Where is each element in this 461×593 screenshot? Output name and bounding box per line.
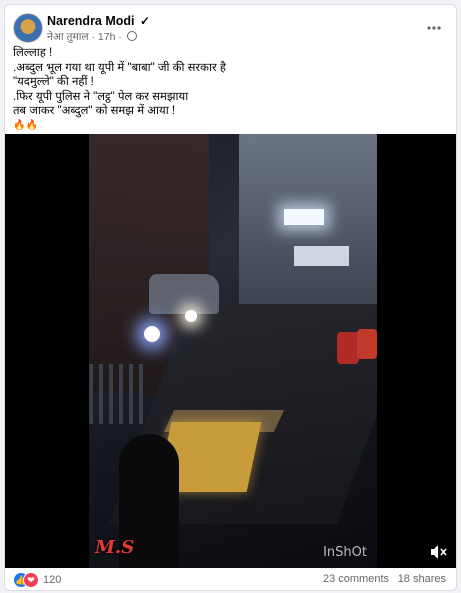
more-horizontal-icon[interactable] [424,17,444,37]
globe-icon [126,31,137,41]
headlight [144,326,160,342]
verified-icon: ✓ [140,14,151,28]
author-name-row: Narendra Modi ✓ [47,14,150,28]
video-frame: M.S InShOt [89,134,377,568]
author-avatar[interactable] [13,13,43,43]
shop-sign [294,246,349,266]
post-header: Narendra Modi ✓ नेआ तुमाल · 17h · [13,13,448,43]
post-text-line: "यदमुल्ले" की नहीं ! [13,76,94,88]
shares-count[interactable]: 18 shares [398,573,446,585]
post-footer: 👍 ❤ 120 23 comments 18 shares [13,571,448,590]
video-player[interactable]: M.S InShOt [5,134,456,568]
headlight [185,310,197,322]
comments-count[interactable]: 23 comments [323,573,389,585]
post-text-line: लिल्लाह ! [13,47,53,59]
post-meta: नेआ तुमाल · 17h · [47,30,137,44]
motorbike [337,332,359,364]
fence [89,364,149,424]
love-icon: ❤ [23,572,39,588]
post-text: लिल्लाह ! .अब्दुल भूल गया था यूपी में "ब… [13,46,448,133]
watermark-ms: M.S [95,537,135,558]
motorbike [357,329,377,359]
group-name[interactable]: नेआ तुमाल [47,31,89,43]
volume-muted-icon[interactable] [430,544,448,560]
post-time[interactable]: 17h [98,31,116,43]
post-card: Narendra Modi ✓ नेआ तुमाल · 17h · लिल्ला… [4,4,457,591]
meta-separator-2: · [118,31,122,43]
meta-separator: · [91,31,96,43]
watermark-inshot: InShOt [323,545,367,560]
reaction-count[interactable]: 120 [43,574,61,586]
car [149,274,219,314]
author-name[interactable]: Narendra Modi [47,14,135,28]
fire-emoji: 🔥🔥 [13,119,38,131]
lit-sign [284,209,324,225]
post-text-line: .अब्दुल भूल गया था यूपी में "बाबा" जी की… [13,61,226,74]
post-text-line: .फिर यूपी पुलिस ने "लट्ठ" पेल कर समझाया [13,90,189,103]
post-text-line: तब जाकर "अब्दुल" को समझ में आया ! [13,105,176,117]
